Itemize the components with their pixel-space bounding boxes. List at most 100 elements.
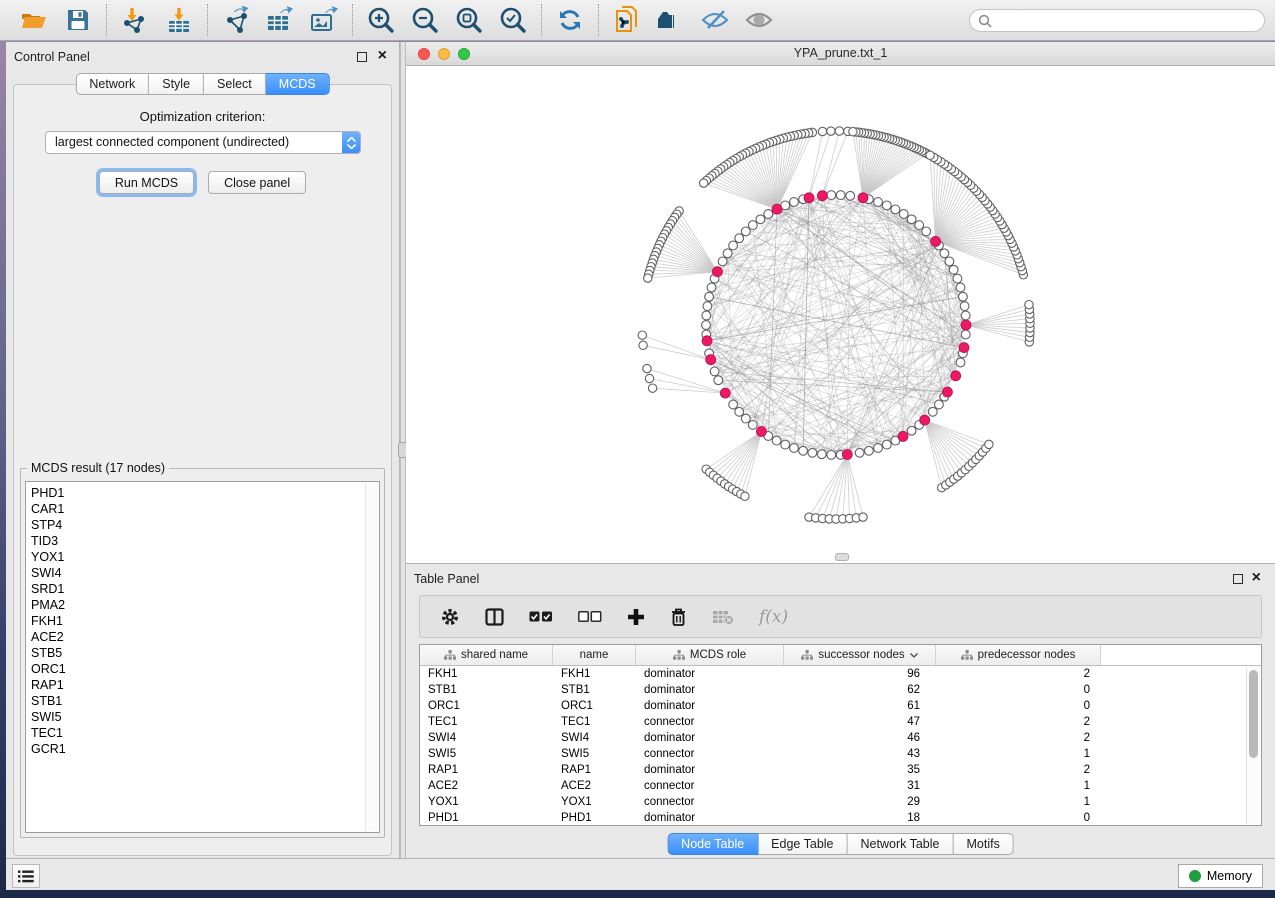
- close-panel-button[interactable]: Close panel: [208, 171, 306, 194]
- table-toolbar: f(x): [419, 595, 1262, 638]
- export-table-icon[interactable]: [265, 5, 295, 35]
- result-item[interactable]: SWI4: [26, 565, 379, 581]
- tab-style[interactable]: Style: [149, 73, 204, 95]
- zoom-selected-icon[interactable]: [498, 5, 528, 35]
- column-header-name[interactable]: name: [553, 645, 636, 666]
- result-item[interactable]: STP4: [26, 517, 379, 533]
- table-row[interactable]: STB1STB1dominator620: [420, 682, 1261, 698]
- result-item[interactable]: RAP1: [26, 677, 379, 693]
- tab-mcds[interactable]: MCDS: [266, 73, 330, 95]
- select-all-icon[interactable]: [529, 611, 553, 622]
- result-item[interactable]: CAR1: [26, 501, 379, 517]
- result-item[interactable]: SRD1: [26, 581, 379, 597]
- horizontal-splitter-handle[interactable]: [835, 553, 849, 561]
- search-input[interactable]: [997, 14, 1247, 28]
- table-cell: 61: [784, 700, 936, 712]
- columns-icon[interactable]: [485, 608, 504, 626]
- tab-node-table[interactable]: Node Table: [667, 833, 758, 855]
- result-item[interactable]: YOX1: [26, 549, 379, 565]
- save-session-icon[interactable]: [63, 5, 93, 35]
- table-cell: ACE2: [420, 780, 553, 792]
- clone-network-icon[interactable]: [612, 5, 642, 35]
- deselect-all-icon[interactable]: [578, 611, 602, 622]
- tab-select[interactable]: Select: [204, 73, 266, 95]
- close-panel-icon[interactable]: ×: [1252, 568, 1261, 588]
- result-item[interactable]: SWI5: [26, 709, 379, 725]
- table-row[interactable]: ACE2ACE2connector311: [420, 778, 1261, 794]
- result-item[interactable]: PHD1: [26, 485, 379, 501]
- delete-table-icon: [712, 609, 734, 625]
- table-row[interactable]: PHD1PHD1dominator180: [420, 810, 1261, 826]
- tab-network-table[interactable]: Network Table: [848, 833, 954, 855]
- table-cell: 62: [784, 684, 936, 696]
- result-item[interactable]: STB5: [26, 645, 379, 661]
- table-panel: Table Panel × f(x): [406, 563, 1275, 858]
- table-row[interactable]: SWI5SWI5connector431: [420, 746, 1261, 762]
- float-panel-icon[interactable]: [357, 52, 367, 62]
- network-canvas[interactable]: [406, 67, 1275, 563]
- table-row[interactable]: SWI4SWI4dominator462: [420, 730, 1261, 746]
- table-scrollbar[interactable]: [1246, 667, 1260, 824]
- criterion-dropdown[interactable]: largest connected component (undirected): [45, 131, 361, 154]
- network-titlebar: YPA_prune.txt_1: [406, 42, 1275, 66]
- column-header-successor-nodes[interactable]: successor nodes: [784, 645, 936, 666]
- result-list-scrollbar[interactable]: [365, 483, 378, 831]
- export-network-icon[interactable]: [221, 5, 251, 35]
- import-network-icon[interactable]: [120, 5, 150, 35]
- import-table-icon[interactable]: [164, 5, 194, 35]
- result-item[interactable]: PMA2: [26, 597, 379, 613]
- task-history-button[interactable]: [12, 864, 40, 888]
- mcds-result-list[interactable]: PHD1CAR1STP4TID3YOX1SWI4SRD1PMA2FKH1ACE2…: [25, 481, 380, 833]
- run-mcds-button[interactable]: Run MCDS: [99, 171, 194, 194]
- table-cell: 2: [936, 716, 1101, 728]
- table-cell: dominator: [636, 684, 784, 696]
- tab-edge-table[interactable]: Edge Table: [758, 833, 847, 855]
- zoom-in-icon[interactable]: [366, 5, 396, 35]
- result-item[interactable]: ORC1: [26, 661, 379, 677]
- table-cell: FKH1: [420, 668, 553, 680]
- network-graph[interactable]: [406, 67, 1275, 563]
- table-cell: connector: [636, 716, 784, 728]
- result-item[interactable]: STB1: [26, 693, 379, 709]
- zoom-out-icon[interactable]: [410, 5, 440, 35]
- table-row[interactable]: RAP1RAP1dominator352: [420, 762, 1261, 778]
- table-row[interactable]: TEC1TEC1connector472: [420, 714, 1261, 730]
- table-row[interactable]: FKH1FKH1dominator962: [420, 666, 1261, 682]
- result-item[interactable]: TID3: [26, 533, 379, 549]
- zoom-fit-icon[interactable]: [454, 5, 484, 35]
- table-cell: STB1: [420, 684, 553, 696]
- result-item[interactable]: GCR1: [26, 741, 379, 757]
- scrollbar-thumb[interactable]: [1249, 670, 1258, 758]
- column-header-shared-name[interactable]: shared name: [420, 645, 553, 666]
- node-table[interactable]: shared name name MCDS role successor nod…: [419, 644, 1262, 826]
- result-item[interactable]: TEC1: [26, 725, 379, 741]
- table-cell: 43: [784, 748, 936, 760]
- float-panel-icon[interactable]: [1233, 574, 1243, 584]
- tree-icon: [673, 650, 685, 660]
- dropdown-spinner-icon: [342, 132, 360, 153]
- hide-graphics-details-icon[interactable]: [700, 5, 730, 35]
- network-search-field[interactable]: [969, 9, 1265, 32]
- tab-motifs[interactable]: Motifs: [953, 833, 1013, 855]
- column-header-predecessor-nodes[interactable]: predecessor nodes: [936, 645, 1101, 666]
- table-tabs: Node Table Edge Table Network Table Moti…: [667, 833, 1014, 855]
- search-network-icon[interactable]: [656, 5, 686, 35]
- table-row[interactable]: ORC1ORC1dominator610: [420, 698, 1261, 714]
- result-item[interactable]: FKH1: [26, 613, 379, 629]
- table-cell: RAP1: [420, 764, 553, 776]
- table-row[interactable]: YOX1YOX1connector291: [420, 794, 1261, 810]
- close-panel-icon[interactable]: ×: [378, 46, 387, 66]
- delete-column-icon[interactable]: [670, 607, 687, 627]
- show-graphics-details-icon[interactable]: [744, 5, 774, 35]
- column-header-mcds-role[interactable]: MCDS role: [636, 645, 784, 666]
- tab-network[interactable]: Network: [75, 73, 149, 95]
- gear-icon[interactable]: [440, 607, 460, 627]
- export-image-icon[interactable]: [309, 5, 339, 35]
- result-item[interactable]: ACE2: [26, 629, 379, 645]
- refresh-icon[interactable]: [555, 5, 585, 35]
- criterion-value: largest connected component (undirected): [55, 135, 289, 149]
- memory-button[interactable]: Memory: [1178, 864, 1263, 888]
- table-cell: connector: [636, 780, 784, 792]
- open-file-icon[interactable]: [19, 5, 49, 35]
- add-column-icon[interactable]: [627, 608, 645, 626]
